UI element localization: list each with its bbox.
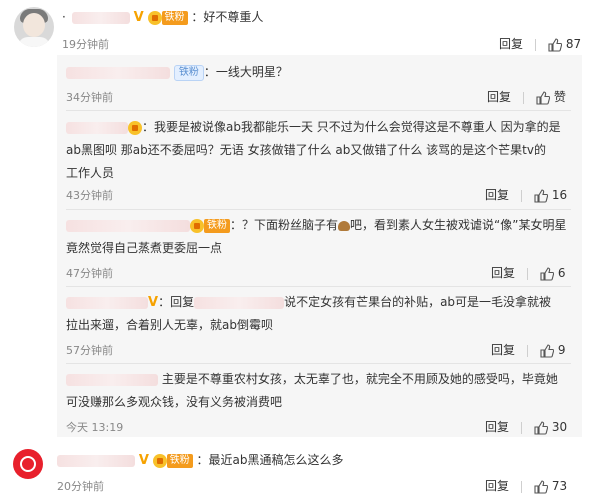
username-blurred[interactable] [66, 66, 170, 79]
reply-time: 47分钟前 [66, 267, 113, 280]
divider [66, 286, 571, 287]
reply-actions: 回复 6 [491, 264, 565, 281]
bottom-comment-time: 20分钟前 [57, 480, 104, 493]
like-icon[interactable] [536, 90, 551, 105]
reply-text-line1: 主要是不尊重农村女孩，太无辜了也，就完全不用顾及她的感受吗，毕竟她 [161, 372, 558, 386]
username-blurred[interactable] [57, 454, 135, 467]
reply-time: 今天 13:19 [66, 421, 124, 434]
like-icon[interactable] [534, 188, 549, 203]
fan-badge: 铁粉 [204, 218, 230, 233]
like-count: 16 [551, 188, 568, 202]
reply-button[interactable]: 回复 [485, 479, 509, 493]
like-count: 30 [551, 420, 568, 434]
reply-prefix: ：回复 [158, 295, 195, 309]
bottom-comment-actions: 回复 73 [485, 477, 567, 494]
username-blurred[interactable] [66, 373, 158, 386]
reply-text-line2: ab黑图呗 那ab还不委屈吗？无语 女孩做错了什么 ab又做错了什么 该骂的是这… [66, 143, 546, 157]
reply-actions: 回复 30 [485, 418, 567, 435]
main-comment-actions: 回复 87 [499, 35, 581, 52]
like-count: 9 [557, 343, 566, 357]
reply-time: 43分钟前 [66, 189, 113, 202]
reply-text-line2: 可没赚那么多观众钱，没有义务被消费吧 [66, 395, 283, 409]
username-blurred[interactable] [66, 296, 148, 309]
reply-button[interactable]: 回复 [491, 266, 515, 280]
fan-level-icon [147, 10, 162, 25]
divider [66, 110, 571, 111]
fan-badge: 铁粉 [166, 453, 193, 468]
fan-level-icon [152, 453, 167, 468]
poop-emoji-icon [338, 220, 351, 231]
reply-button[interactable]: 回复 [485, 420, 509, 434]
reply-button[interactable]: 回复 [499, 37, 523, 51]
reply-text-line1: 说不定女孩有芒果台的补贴，ab可是一毛没拿就被 [284, 295, 552, 309]
user-avatar[interactable] [13, 449, 43, 479]
fan-level-icon [190, 218, 204, 233]
fan-level-icon [128, 120, 142, 135]
divider [66, 363, 571, 364]
reply-time: 57分钟前 [66, 344, 113, 357]
username-blurred[interactable] [71, 11, 130, 24]
verified-icon: V [133, 10, 144, 25]
username-blurred[interactable] [66, 121, 128, 134]
reply-button[interactable]: 回复 [491, 343, 515, 357]
main-comment-text: ：好不尊重人 [191, 10, 264, 24]
bottom-comment-text: ：最近ab黑通稿怎么这么多 [196, 453, 344, 467]
divider [66, 209, 571, 210]
bottom-comment-header: V 铁粉 ：最近ab黑通稿怎么这么多 [57, 451, 344, 468]
replies-panel: 铁粉 ：一线大明星？ 34分钟前 回复 赞 ：我要是被说像ab我都能乐一天 只不过… [57, 55, 582, 437]
username-blurred[interactable] [66, 219, 190, 232]
mention-blurred[interactable] [194, 296, 285, 309]
like-icon[interactable] [534, 479, 549, 494]
like-count: 6 [557, 266, 566, 280]
like-count: 87 [565, 37, 582, 51]
like-label[interactable]: 赞 [554, 90, 566, 104]
like-count: 73 [551, 479, 568, 493]
fan-badge: 铁粉 [173, 64, 204, 81]
verified-icon: V [138, 453, 149, 468]
main-comment-time: 19分钟前 [62, 38, 109, 51]
like-icon[interactable] [540, 266, 555, 281]
reply-time: 34分钟前 [66, 91, 113, 104]
verified-icon: V [148, 295, 159, 310]
reply-text-line2: 竟然觉得自己蒸煮更委屈一点 [66, 241, 223, 255]
main-comment-header: · V 铁粉 ：好不尊重人 [62, 10, 264, 25]
reply-text-line1: ：我要是被说像ab我都能乐一天 只不过为什么会觉得这是不尊重人 因为拿的是 [142, 120, 561, 134]
reply-text-line3: 工作人员 [66, 166, 115, 180]
reply-text-line2: 拉出来遛，合着别人无辜，就ab倒霉呗 [66, 318, 273, 332]
like-icon[interactable] [548, 37, 563, 52]
reply-actions: 回复 9 [491, 341, 565, 358]
reply-text-line1b: 吧，看到素人女生被戏谑说“像”某女明星 [350, 218, 567, 232]
reply-actions: 回复 16 [485, 186, 567, 203]
reply-text-line1a: ：？下面粉丝脑子有 [230, 218, 339, 232]
reply-button[interactable]: 回复 [487, 90, 511, 104]
like-icon[interactable] [534, 420, 549, 435]
user-avatar[interactable] [14, 7, 54, 47]
reply-actions: 回复 赞 [487, 88, 566, 105]
fan-badge: 铁粉 [161, 10, 188, 25]
reply-button[interactable]: 回复 [485, 188, 509, 202]
reply-text: ：一线大明星？ [203, 65, 288, 79]
like-icon[interactable] [540, 343, 555, 358]
